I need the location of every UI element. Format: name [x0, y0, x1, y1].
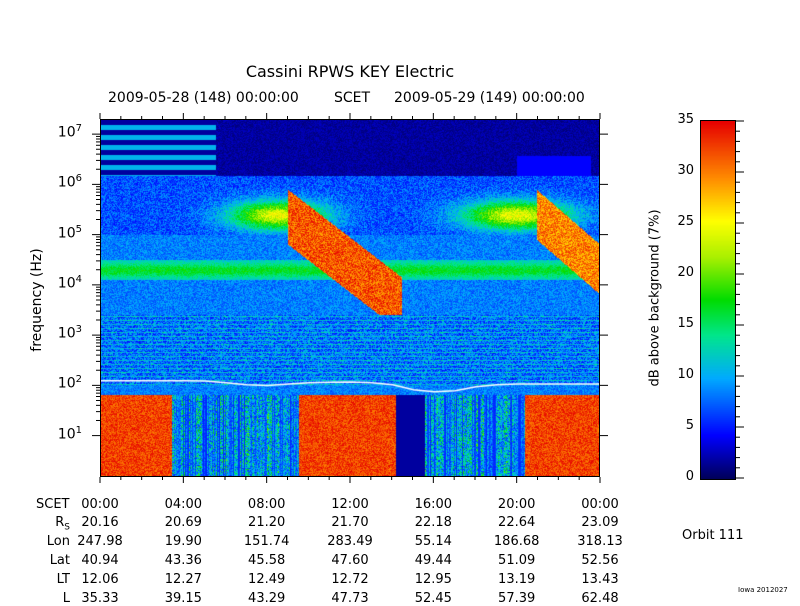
ephem-value: 22.18	[414, 515, 452, 530]
ephem-value: 55.14	[414, 534, 452, 549]
ephem-row-label: LT	[56, 572, 70, 587]
ephem-value: 283.49	[327, 534, 373, 549]
colorbar-tick-label: 25	[677, 214, 694, 229]
y-tick-label: 102	[57, 374, 82, 392]
ephem-value: 22.64	[498, 515, 536, 530]
ephem-value: 13.43	[581, 572, 619, 587]
credit-label: Iowa 2012027	[738, 586, 788, 594]
colorbar-tick-label: 0	[685, 469, 694, 484]
y-tick-label: 107	[57, 123, 82, 141]
ephem-time: 12:00	[331, 497, 369, 512]
ephem-value: 186.68	[493, 534, 540, 549]
ephem-value: 45.58	[248, 553, 286, 568]
colorbar-tick-label: 35	[677, 112, 694, 127]
ephem-value: 35.33	[81, 591, 119, 606]
ephem-value: 52.56	[581, 553, 619, 568]
colorbar-tick-label: 30	[677, 163, 694, 178]
ephem-value: 19.90	[164, 534, 202, 549]
colorbar-gradient	[700, 120, 736, 480]
ephem-value: 151.74	[243, 534, 290, 549]
ephem-value: 62.48	[581, 591, 619, 606]
ephem-time: 00:00	[81, 497, 119, 512]
ephem-header-label: SCET	[36, 497, 70, 512]
y-tick-label: 104	[57, 273, 82, 292]
ephem-value: 12.72	[331, 572, 369, 587]
colorbar-tick-label: 5	[685, 418, 694, 433]
ephem-value: 51.09	[498, 553, 536, 568]
ephem-value: 12.06	[81, 572, 119, 587]
ephem-value: 13.19	[498, 572, 536, 587]
ephem-value: 21.20	[248, 515, 286, 530]
colorbar-tick-label: 20	[677, 265, 694, 280]
y-tick-label: 105	[57, 223, 82, 242]
ephem-time: 04:00	[164, 497, 203, 512]
ephem-value: 49.44	[414, 553, 452, 568]
ephem-time: 16:00	[414, 497, 453, 512]
colorbar-tick-label: 15	[677, 316, 694, 331]
ephem-row-label: Lon	[46, 534, 70, 549]
ephem-value: 12.49	[248, 572, 286, 587]
ephem-value: 47.73	[331, 591, 369, 606]
ephem-time: 20:00	[497, 497, 536, 512]
colorbar-tick-label: 10	[677, 367, 694, 382]
ephem-value: 43.36	[164, 553, 202, 568]
ephem-value: 12.95	[414, 572, 452, 587]
ephem-value: 12.27	[164, 572, 202, 587]
ephem-row-label: Lat	[49, 553, 70, 568]
ephem-value: 247.98	[77, 534, 123, 549]
ephem-value: 318.13	[577, 534, 623, 549]
orbit-label: Orbit 111	[682, 528, 744, 543]
ephem-row-label: RS	[55, 515, 70, 533]
y-tick-label: 106	[57, 173, 82, 192]
ephem-time: 08:00	[247, 497, 286, 512]
ephem-value: 23.09	[581, 515, 619, 530]
ephem-value: 39.15	[164, 591, 202, 606]
ephem-value: 21.70	[331, 515, 369, 530]
ephem-value: 47.60	[331, 553, 369, 568]
y-tick-label: 101	[57, 424, 82, 443]
colorbar-label: dB above background (7%)	[647, 209, 663, 387]
ephem-value: 43.29	[248, 591, 286, 606]
ephem-value: 57.39	[498, 591, 536, 606]
ephem-value: 40.94	[81, 553, 119, 568]
ephem-value: 20.69	[164, 515, 202, 530]
ephem-row-label: L	[62, 591, 70, 606]
ephem-value: 20.16	[81, 515, 119, 530]
y-tick-label: 103	[57, 324, 82, 342]
ephem-value: 52.45	[414, 591, 452, 606]
ephem-time: 00:00	[581, 497, 619, 512]
